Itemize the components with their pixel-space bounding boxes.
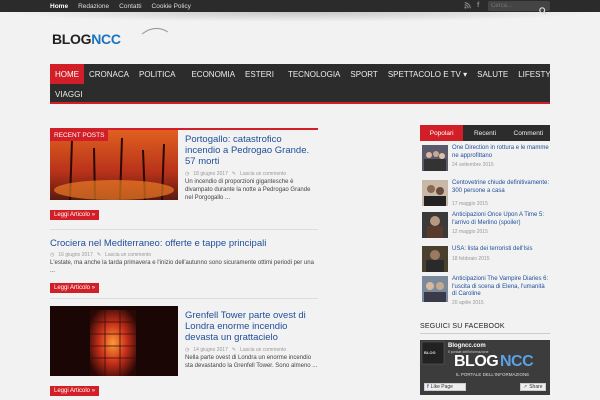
facebook-widget: BLOG Blogncc.com Il portale dell'informa… xyxy=(420,340,550,395)
nav-salute[interactable]: SALUTE xyxy=(472,64,513,84)
clock-icon: ◷ xyxy=(185,171,190,177)
nav-economia[interactable]: ECONOMIA xyxy=(180,64,240,84)
nav-tecnologia[interactable]: TECNOLOGIA xyxy=(279,64,345,84)
topnav-contatti[interactable]: Contatti xyxy=(119,3,141,10)
read-more-button[interactable]: Leggi Articolo » xyxy=(50,283,100,293)
facebook-f-icon: f xyxy=(427,384,429,390)
post-date: 16 giugno 2017 xyxy=(58,252,93,258)
facebook-like-button[interactable]: f Like Page xyxy=(424,383,466,391)
topnav-redazione[interactable]: Redazione xyxy=(78,3,109,10)
nav-esteri[interactable]: ESTERI xyxy=(240,64,279,84)
tab-commenti[interactable]: Commenti xyxy=(507,125,550,141)
read-more-button[interactable]: Leggi Articolo » xyxy=(50,386,100,396)
sidebar-item[interactable]: Centovetrine chiude definitivamente: 300… xyxy=(420,180,550,210)
sidebar-item-title[interactable]: One Direction in rottura e le mamme ne a… xyxy=(452,145,550,160)
header-shadow xyxy=(0,12,600,22)
sidebar-item-title[interactable]: Centovetrine chiude definitivamente: 300… xyxy=(452,180,550,195)
post-comments-link[interactable]: Lascia un commento xyxy=(240,171,286,177)
sidebar-item-date: 24 settembre 2015 xyxy=(452,162,494,168)
nav-politica[interactable]: POLITICA xyxy=(134,64,180,84)
sidebar-thumbnail xyxy=(422,145,448,171)
post-meta: ◷ 14 giugno 2017 ✎ Lascia un commento xyxy=(185,347,286,353)
sidebar-thumbnail xyxy=(422,212,448,238)
sidebar-item-date: 18 febbraio 2015 xyxy=(452,256,490,262)
post-item: Grenfell Tower parte ovest di Londra eno… xyxy=(50,306,318,398)
clock-icon: ◷ xyxy=(50,252,55,258)
sidebar-item-title[interactable]: USA: lista dei terroristi dell'Isis xyxy=(452,246,550,254)
sidebar-item-title[interactable]: Anticipazioni The Vampire Diaries 6: l'u… xyxy=(452,276,550,299)
sidebar-tabs: Popolari Recenti Commenti xyxy=(420,125,550,141)
facebook-banner-logo-blog: BLOG xyxy=(454,353,499,370)
post-title[interactable]: Crociera nel Mediterraneo: offerte e tap… xyxy=(50,238,318,249)
share-icon: ↗ xyxy=(523,384,528,390)
main-nav: HOME CRONACA POLITICA ECONOMIA ESTERI TE… xyxy=(50,64,560,104)
social-icons: f xyxy=(464,2,479,11)
facebook-page-name[interactable]: Blogncc.com xyxy=(448,343,486,349)
comment-icon: ✎ xyxy=(231,171,237,177)
topnav-home[interactable]: Home xyxy=(50,3,68,10)
search-input[interactable] xyxy=(491,2,535,10)
nav-sport[interactable]: SPORT xyxy=(345,64,382,84)
facebook-banner-logo-ncc: NCC xyxy=(500,353,534,370)
main-nav-row-2: VIAGGI xyxy=(50,84,88,104)
sidebar-thumbnail xyxy=(422,246,448,272)
main-nav-row-1: HOME CRONACA POLITICA ECONOMIA ESTERI TE… xyxy=(50,64,565,84)
nav-spettacolo-tv[interactable]: SPETTACOLO E TV ▾ xyxy=(383,64,472,84)
facebook-tagline: IL PORTALE DELL'INFORMAZIONE xyxy=(456,372,530,377)
sidebar-item[interactable]: Anticipazioni The Vampire Diaries 6: l'u… xyxy=(420,276,550,312)
post-comments-link[interactable]: Lascia un commento xyxy=(105,252,151,258)
post-excerpt: Nella parte ovest di Londra un enorme in… xyxy=(185,355,318,369)
read-more-button[interactable]: Leggi Articolo » xyxy=(50,210,100,220)
post-excerpt: L'estate, ma anche la tarda primavera e … xyxy=(50,260,314,274)
sidebar-thumbnail xyxy=(422,276,448,302)
rss-icon[interactable] xyxy=(464,2,471,11)
facebook-share-button[interactable]: ↗ Share xyxy=(520,383,546,391)
top-nav: Home Redazione Contatti Cookie Policy xyxy=(50,0,191,12)
logo-arc-icon xyxy=(141,28,169,35)
post-date: 14 giugno 2017 xyxy=(193,347,228,353)
logo-text-blog: BLOG xyxy=(52,31,92,47)
nav-home[interactable]: HOME xyxy=(50,64,84,84)
post-excerpt: Un incendio di proporzioni gigantesche è… xyxy=(185,179,311,201)
sidebar-item-date: 17 maggio 2015 xyxy=(452,201,488,207)
sidebar-item-title[interactable]: Anticipazioni Once Upon A Time 5: l'arri… xyxy=(452,212,550,227)
post-divider xyxy=(50,298,318,299)
post-meta: ◷ 16 giugno 2017 ✎ Lascia un commento xyxy=(50,252,151,258)
post-title[interactable]: Portogallo: catastrofico incendio a Pedr… xyxy=(185,134,318,167)
sidebar-item[interactable]: One Direction in rottura e le mamme ne a… xyxy=(420,145,550,175)
comment-icon: ✎ xyxy=(96,252,102,258)
comment-icon: ✎ xyxy=(231,347,237,353)
tab-popolari[interactable]: Popolari xyxy=(420,125,464,141)
sidebar-item-date: 20 aprile 2015 xyxy=(452,300,484,306)
post-item: Crociera nel Mediterraneo: offerte e tap… xyxy=(50,238,318,298)
clock-icon: ◷ xyxy=(185,347,190,353)
sidebar-item[interactable]: USA: lista dei terroristi dell'Isis 18 f… xyxy=(420,246,550,276)
post-thumbnail-tower-fire[interactable] xyxy=(50,306,178,376)
facebook-share-label: Share xyxy=(529,384,543,390)
nav-lifestyle[interactable]: LIFESTYLE xyxy=(513,64,565,84)
sidebar-item-date: 12 maggio 2015 xyxy=(452,229,488,235)
nav-viaggi[interactable]: VIAGGI xyxy=(50,84,88,104)
facebook-avatar-logo: BLOG xyxy=(424,350,436,355)
recent-posts-label: RECENT POSTS xyxy=(50,130,109,141)
post-item: RECENT POSTS Portogallo: catastrofico in… xyxy=(50,130,318,220)
tab-recenti[interactable]: Recenti xyxy=(463,125,506,141)
post-divider xyxy=(50,229,318,230)
facebook-heading: SEGUICI SU FACEBOOK xyxy=(420,323,505,330)
topnav-cookie-policy[interactable]: Cookie Policy xyxy=(152,3,191,10)
facebook-icon[interactable]: f xyxy=(477,2,479,11)
sidebar-item[interactable]: Anticipazioni Once Upon A Time 5: l'arri… xyxy=(420,212,550,242)
post-date: 18 giugno 2017 xyxy=(193,171,228,177)
nav-cronaca[interactable]: CRONACA xyxy=(84,64,134,84)
facebook-like-label: Like Page xyxy=(430,384,453,390)
logo-text-ncc: NCC xyxy=(91,31,121,47)
search-box xyxy=(488,1,550,15)
post-comments-link[interactable]: Lascia un commento xyxy=(240,347,286,353)
post-meta: ◷ 18 giugno 2017 ✎ Lascia un commento xyxy=(185,171,286,177)
post-title[interactable]: Grenfell Tower parte ovest di Londra eno… xyxy=(185,310,318,343)
sidebar-thumbnail xyxy=(422,180,448,206)
site-logo[interactable]: BLOG NCC xyxy=(52,28,169,48)
facebook-divider xyxy=(420,333,550,334)
